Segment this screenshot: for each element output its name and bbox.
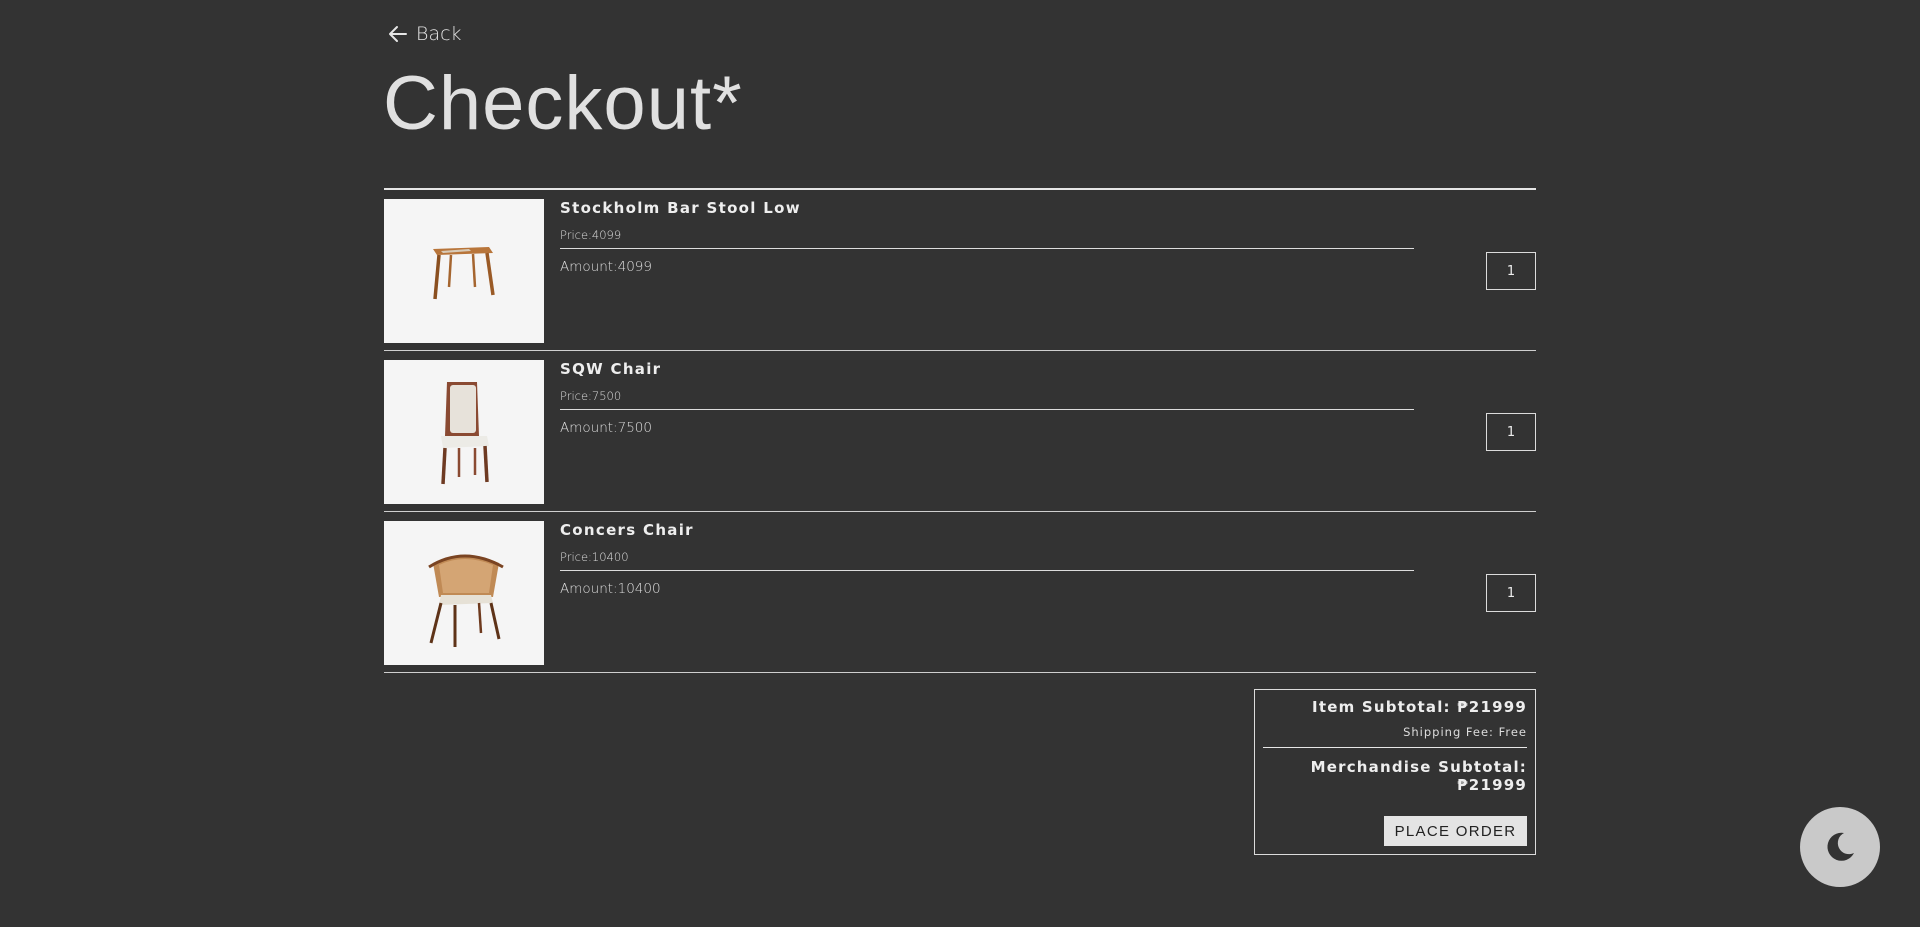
quantity-input[interactable]: 1 bbox=[1486, 413, 1536, 451]
bar-stool-image bbox=[433, 247, 495, 300]
place-order-button[interactable]: PLACE ORDER bbox=[1384, 816, 1527, 846]
product-image-sqw-chair[interactable] bbox=[384, 360, 544, 504]
product-image-concers-chair[interactable] bbox=[384, 521, 544, 665]
item-name: SQW Chair bbox=[560, 360, 662, 378]
cart-list: Stockholm Bar Stool Low Price:4099 Amoun… bbox=[384, 188, 1536, 673]
item-name: Stockholm Bar Stool Low bbox=[560, 199, 801, 217]
cart-item: Concers Chair Price:10400 Amount:10400 1 bbox=[384, 512, 1536, 673]
arrow-left-icon bbox=[389, 26, 407, 42]
item-info: SQW Chair Price:7500 Amount:7500 bbox=[560, 360, 1414, 436]
rattan-armchair-image bbox=[428, 554, 504, 647]
quantity-input[interactable]: 1 bbox=[1486, 574, 1536, 612]
page-title: Checkout* bbox=[383, 61, 743, 146]
item-price: Price:10400 bbox=[560, 550, 1414, 571]
back-link[interactable]: Back bbox=[386, 22, 462, 46]
cart-item: Stockholm Bar Stool Low Price:4099 Amoun… bbox=[384, 190, 1536, 351]
shipping-fee: Shipping Fee: Free bbox=[1263, 725, 1527, 748]
quantity-input[interactable]: 1 bbox=[1486, 252, 1536, 290]
moon-icon bbox=[1827, 832, 1854, 861]
item-amount: Amount:7500 bbox=[560, 420, 652, 436]
cart-item: SQW Chair Price:7500 Amount:7500 1 bbox=[384, 351, 1536, 512]
item-info: Stockholm Bar Stool Low Price:4099 Amoun… bbox=[560, 199, 1414, 275]
merchandise-subtotal: Merchandise Subtotal: ₱21999 bbox=[1310, 758, 1527, 794]
item-amount: Amount:4099 bbox=[560, 259, 652, 275]
product-image-bar-stool[interactable] bbox=[384, 199, 544, 343]
checkout-page: Back Checkout* Stockholm Bar Stool Low P… bbox=[0, 0, 1920, 927]
item-price: Price:7500 bbox=[560, 389, 1414, 410]
upholstered-chair-image bbox=[441, 382, 489, 485]
item-name: Concers Chair bbox=[560, 521, 694, 539]
order-summary: Item Subtotal: ₱21999 Shipping Fee: Free… bbox=[1254, 689, 1536, 855]
item-subtotal: Item Subtotal: ₱21999 bbox=[1312, 698, 1527, 716]
item-amount: Amount:10400 bbox=[560, 581, 661, 597]
item-info: Concers Chair Price:10400 Amount:10400 bbox=[560, 521, 1414, 597]
back-label: Back bbox=[416, 23, 462, 45]
theme-toggle-button[interactable] bbox=[1800, 807, 1880, 887]
item-price: Price:4099 bbox=[560, 228, 1414, 249]
